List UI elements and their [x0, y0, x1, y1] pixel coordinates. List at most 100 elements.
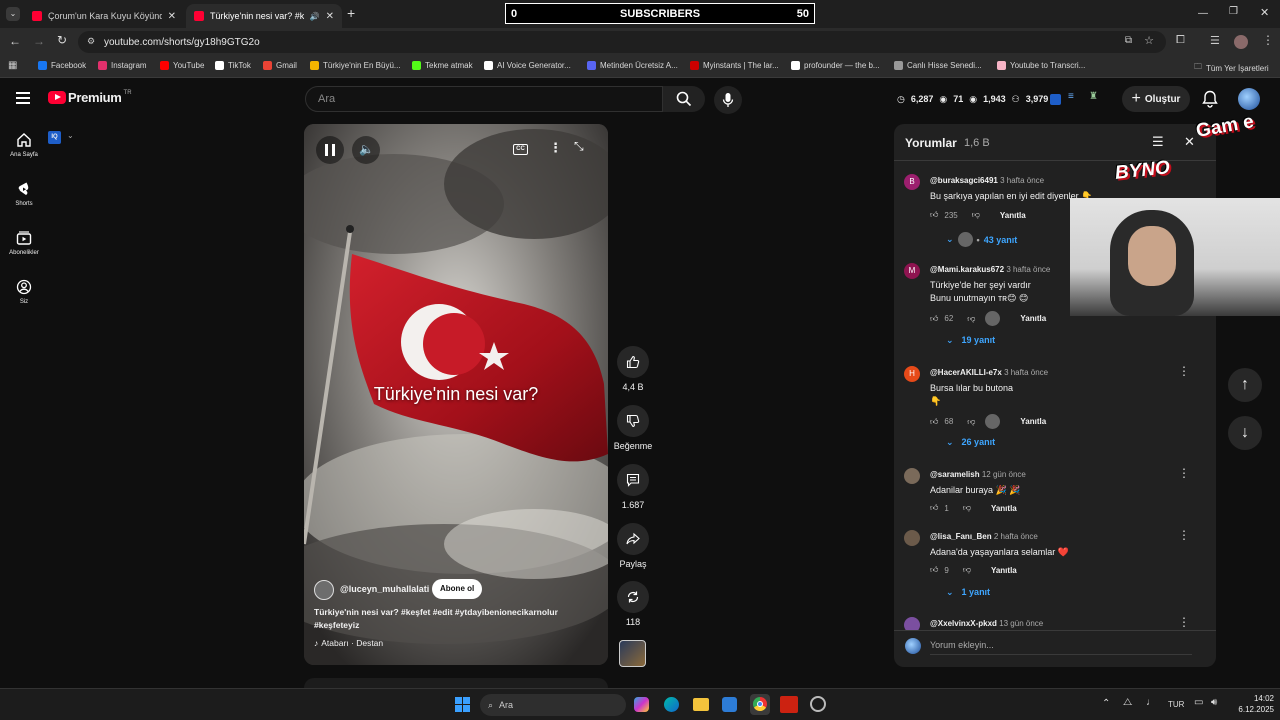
- comment-author[interactable]: @HacerAKILLI-e7x 3 hafta önce: [930, 368, 1048, 377]
- view-replies-button[interactable]: ⌄ • 43 yanıt: [946, 232, 1017, 247]
- edge-icon[interactable]: [664, 697, 679, 712]
- browser-tab-active[interactable]: Türkiye'nin nesi var? #keşfe 🔊 ✕: [186, 4, 342, 28]
- youtube-premium-logo[interactable]: Premium TR: [48, 90, 132, 105]
- bookmark-item[interactable]: Canlı Hisse Senedi...: [894, 61, 982, 70]
- comment-avatar[interactable]: [904, 468, 920, 484]
- bookmark-item[interactable]: TikTok: [215, 61, 251, 70]
- comment-menu-icon[interactable]: ⋮: [1178, 466, 1190, 480]
- comment-username[interactable]: @Mami.karakus672: [930, 265, 1004, 274]
- thumbs-down-icon[interactable]: 👎︎: [972, 210, 980, 220]
- comment-menu-icon[interactable]: ⋮: [1178, 617, 1190, 629]
- tab-search-dropdown-icon[interactable]: ⌄: [6, 7, 20, 21]
- close-comments-icon[interactable]: ✕: [1184, 134, 1195, 150]
- share-button[interactable]: Paylaş: [617, 523, 649, 569]
- thumbs-up-icon[interactable]: 👍︎: [930, 210, 938, 220]
- shorts-video-player[interactable]: Türkiye'nin nesi var? 🔈 CC ⋮ ⤡ @luceyn_m…: [304, 124, 608, 665]
- sound-link[interactable]: ♪ Atabarı · Destan: [314, 638, 383, 648]
- account-avatar[interactable]: [1238, 88, 1260, 110]
- browser-menu-icon[interactable]: ⋮: [1262, 33, 1274, 47]
- video-description[interactable]: Türkiye'nin nesi var? #keşfet #edit #ytd…: [314, 606, 598, 632]
- comment-menu-icon[interactable]: ⋮: [1178, 364, 1190, 378]
- close-tab-icon[interactable]: ✕: [326, 11, 334, 22]
- bookmark-item[interactable]: Türkiye'nin En Büyü...: [310, 61, 401, 70]
- bookmark-item[interactable]: YouTube: [160, 61, 204, 70]
- comment-avatar[interactable]: M: [904, 263, 920, 279]
- extension-badge-icon[interactable]: IQ: [48, 131, 61, 144]
- sort-icon[interactable]: ☰: [1152, 134, 1164, 150]
- volume-icon[interactable]: 🔊︎: [1211, 697, 1217, 708]
- nav-subscriptions[interactable]: Abonelikler: [0, 230, 48, 256]
- volume-button[interactable]: 🔈: [352, 136, 380, 164]
- comment-menu-icon[interactable]: ⋮: [1178, 528, 1190, 542]
- sound-thumbnail[interactable]: [619, 640, 646, 667]
- previous-short-button[interactable]: ↑: [1228, 368, 1262, 402]
- reload-icon[interactable]: ↻: [57, 33, 67, 47]
- reply-button[interactable]: Yanıtla: [991, 566, 1017, 575]
- thumbs-down-icon[interactable]: 👎︎: [963, 503, 971, 513]
- comment-avatar[interactable]: H: [904, 366, 920, 382]
- thumbs-down-icon[interactable]: 👎︎: [967, 417, 975, 427]
- remix-button[interactable]: 118: [617, 581, 649, 627]
- comment-author[interactable]: @buraksagci6491 3 hafta önce: [930, 176, 1044, 185]
- comment-avatar[interactable]: B: [904, 174, 920, 190]
- create-button[interactable]: + Oluştur: [1122, 86, 1190, 112]
- display-icon[interactable]: ▭: [1194, 697, 1203, 708]
- pause-button[interactable]: [316, 136, 344, 164]
- microphone-icon[interactable]: ♩: [1146, 697, 1156, 708]
- subscribe-button[interactable]: Abone ol: [432, 579, 483, 599]
- nav-home[interactable]: Ana Sayfa: [0, 132, 48, 158]
- site-info-icon[interactable]: ⚙: [87, 36, 95, 47]
- nav-you[interactable]: Siz: [0, 279, 48, 305]
- clock[interactable]: 14:02 6.12.2025: [1230, 693, 1274, 715]
- file-explorer-icon[interactable]: [693, 698, 709, 711]
- app-icon[interactable]: [780, 696, 798, 713]
- comment-author[interactable]: @saramelish 12 gün önce: [930, 470, 1026, 479]
- back-icon[interactable]: ←: [9, 34, 21, 48]
- channel-avatar[interactable]: [314, 580, 334, 600]
- bookmark-item[interactable]: Youtube to Transcri...: [997, 61, 1085, 70]
- app-icon[interactable]: [810, 696, 826, 712]
- new-tab-button[interactable]: +: [347, 5, 355, 21]
- bookmark-item[interactable]: Instagram: [98, 61, 147, 70]
- close-tab-icon[interactable]: ✕: [168, 11, 176, 22]
- thumbs-down-icon[interactable]: 👎︎: [967, 314, 975, 324]
- extensions-icon[interactable]: ⧠: [1176, 34, 1185, 47]
- chevron-up-icon[interactable]: ⌃: [1102, 698, 1110, 709]
- install-app-icon[interactable]: ⧉: [1125, 35, 1132, 46]
- comment-username[interactable]: @HacerAKILLI-e7x: [930, 368, 1002, 377]
- bookmark-item[interactable]: Tekme atmak: [412, 61, 473, 70]
- comment-author[interactable]: @lisa_Fanı_Ben 2 hafta önce: [930, 532, 1038, 541]
- thumbs-up-icon[interactable]: 👍︎: [930, 314, 938, 324]
- apps-grid-icon[interactable]: ▦: [8, 60, 17, 71]
- windows-start-icon[interactable]: [455, 697, 470, 712]
- channel-name[interactable]: @luceyn_muhallalati: [340, 584, 429, 594]
- browser-tab[interactable]: Çorum'un Kara Kuyu Köyünde ✕: [24, 4, 184, 28]
- close-window-icon[interactable]: ✕: [1260, 6, 1269, 19]
- bookmark-item[interactable]: Metinden Ücretsiz A...: [587, 61, 678, 70]
- bookmark-star-icon[interactable]: ☆: [1144, 34, 1154, 47]
- thumbs-up-icon[interactable]: 👍︎: [930, 417, 938, 427]
- like-button[interactable]: 4,4 B: [617, 346, 649, 392]
- more-options-icon[interactable]: ⋮: [549, 140, 562, 156]
- address-bar[interactable]: ⚙ youtube.com/shorts/gy18h9GTG2o ⧉ ☆: [78, 31, 1166, 53]
- view-replies-button[interactable]: ⌄ 1 yanıt: [946, 587, 990, 598]
- captions-icon[interactable]: CC: [513, 144, 528, 155]
- speaker-icon[interactable]: 🔊: [310, 12, 320, 21]
- next-video-peek[interactable]: [304, 678, 608, 688]
- comment-author[interactable]: @XxelvinxX-pkxd 13 gün önce: [930, 619, 1043, 628]
- thumbs-down-icon[interactable]: 👎︎: [963, 565, 971, 575]
- all-bookmarks-folder[interactable]: 🗀 Tüm Yer İşaretleri: [1194, 61, 1269, 75]
- fullscreen-toggle-icon[interactable]: ⤡: [574, 139, 584, 154]
- next-short-button[interactable]: ↓: [1228, 416, 1262, 450]
- minimize-icon[interactable]: —: [1198, 8, 1208, 19]
- bookmark-item[interactable]: Gmail: [263, 61, 297, 70]
- bookmark-item[interactable]: Facebook: [38, 61, 86, 70]
- view-replies-button[interactable]: ⌄ 26 yanıt: [946, 437, 995, 448]
- language-indicator[interactable]: TUR: [1168, 700, 1184, 709]
- comment-username[interactable]: @lisa_Fanı_Ben: [930, 532, 992, 541]
- notifications-icon[interactable]: [1202, 90, 1218, 113]
- comment-username[interactable]: @saramelish: [930, 470, 980, 479]
- menu-icon[interactable]: [16, 92, 30, 104]
- nav-shorts[interactable]: Shorts: [0, 181, 48, 207]
- comments-button[interactable]: 1.687: [617, 464, 649, 510]
